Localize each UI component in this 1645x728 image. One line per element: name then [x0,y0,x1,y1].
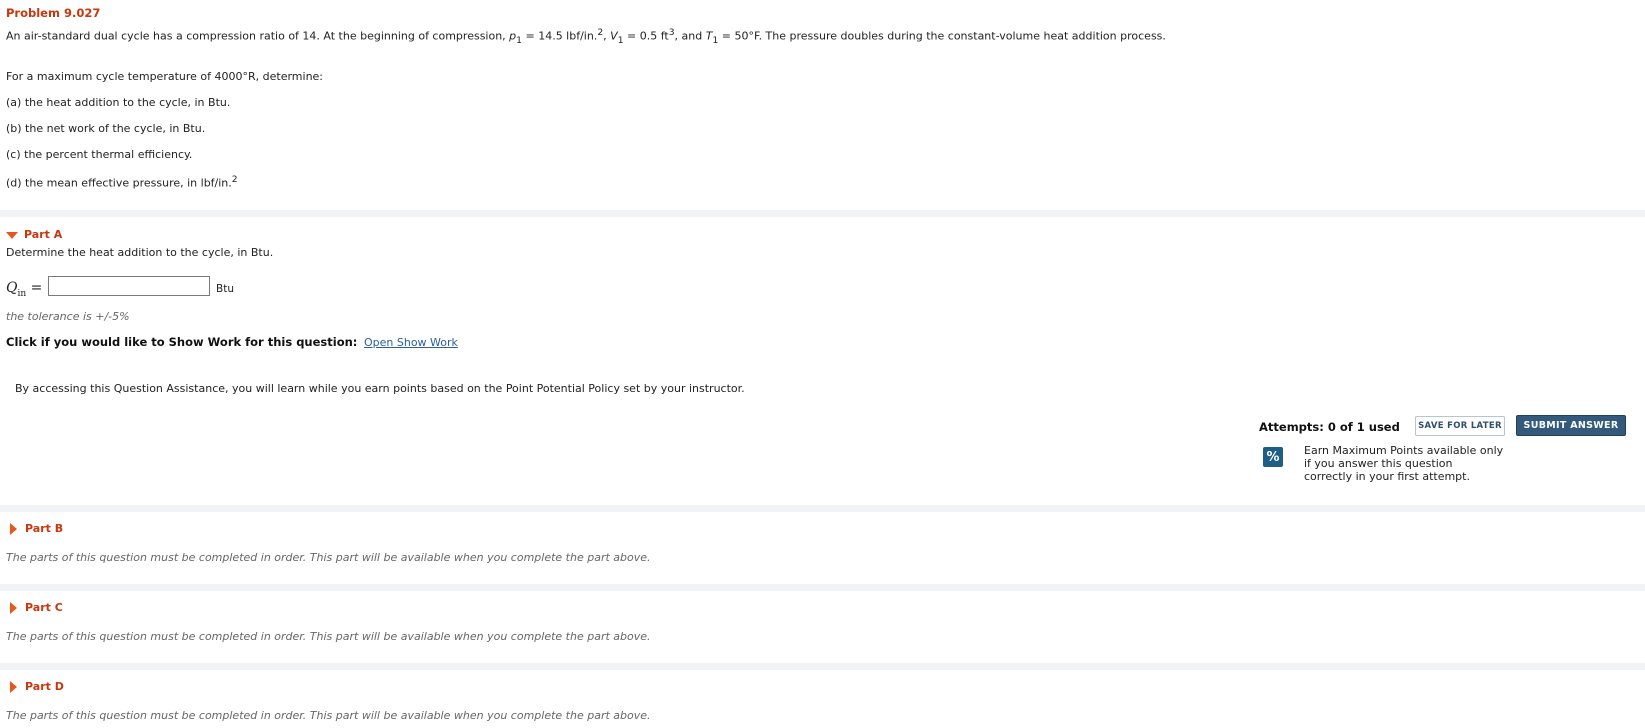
part-a-header[interactable]: Part A [6,228,62,241]
part-a-prompt: Determine the heat addition to the cycle… [6,246,274,259]
item-d-superscript: 2 [231,174,238,185]
item-d-text: (d) the mean effective pressure, in lbf/… [6,176,232,190]
intro-text: An air-standard dual cycle has a compres… [6,29,510,43]
answer-input[interactable] [48,276,210,296]
expand-arrow-icon [10,680,17,693]
open-show-work-link[interactable]: Open Show Work [364,336,458,349]
problem-item-d: (d) the mean effective pressure, in lbf/… [6,174,238,190]
section-divider [0,505,1645,512]
t1-value: = 50°F. The pressure doubles during the … [718,29,1166,43]
part-b-label: Part B [25,522,64,535]
part-b-header[interactable]: Part B [6,522,63,535]
unit-label: Btu [216,283,234,295]
earn-points-note: Earn Maximum Points available only if yo… [1304,444,1504,483]
problem-item-c: (c) the percent thermal efficiency. [6,148,193,161]
expand-arrow-icon [10,522,17,535]
part-c-header[interactable]: Part C [6,601,63,614]
part-b-locked-message: The parts of this question must be compl… [6,551,651,564]
p1-value: = 14.5 lbf/in. [521,29,598,43]
problem-item-a: (a) the heat addition to the cycle, in B… [6,96,231,109]
problem-title: Problem 9.027 [6,6,101,20]
section-divider [0,584,1645,591]
attempts-counter: Attempts: 0 of 1 used [1259,420,1400,434]
part-d-label: Part D [25,680,64,693]
save-for-later-button[interactable]: SAVE FOR LATER [1415,416,1505,436]
q-in-subscript: in [17,288,27,299]
equals-sign: = [26,280,43,296]
part-d-header[interactable]: Part D [6,680,64,693]
show-work-label: Click if you would like to Show Work for… [6,335,358,349]
v1-value: = 0.5 ft [623,29,669,43]
q-in-label: Qin = [6,280,42,299]
percent-icon: % [1263,447,1283,467]
section-divider [0,663,1645,670]
problem-intro: An air-standard dual cycle has a compres… [6,27,1166,46]
part-d-locked-message: The parts of this question must be compl… [6,709,651,722]
t1-prefix: , and [674,29,706,43]
problem-item-b: (b) the net work of the cycle, in Btu. [6,122,206,135]
q-in-symbol: Q [6,280,18,296]
collapse-arrow-icon [6,232,18,239]
submit-answer-button[interactable]: SUBMIT ANSWER [1516,415,1626,436]
v1-symbol: V [610,29,618,43]
expand-arrow-icon [10,601,17,614]
section-divider [0,210,1645,217]
problem-lead: For a maximum cycle temperature of 4000°… [6,70,324,83]
part-a-label: Part A [24,228,63,241]
part-c-locked-message: The parts of this question must be compl… [6,630,651,643]
assistance-note: By accessing this Question Assistance, y… [15,382,745,395]
part-c-label: Part C [25,601,63,614]
tolerance-note: the tolerance is +/-5% [6,310,130,323]
